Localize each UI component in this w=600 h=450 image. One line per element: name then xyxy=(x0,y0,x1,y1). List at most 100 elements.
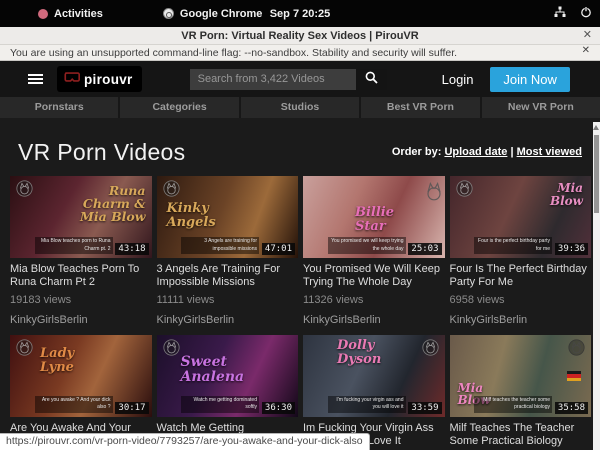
video-thumbnail[interactable]: Sweet Analena Watch me getting dominated… xyxy=(157,335,299,417)
video-thumbnail[interactable]: Dolly Dyson I'm fucking your virgin ass … xyxy=(303,335,445,417)
german-flag-icon xyxy=(567,371,581,381)
video-title[interactable]: Milf Teaches The Teacher Some Practical … xyxy=(450,422,592,448)
nav-item-new-vr[interactable]: New VR Porn xyxy=(482,97,600,118)
video-views: 11326 views xyxy=(303,294,445,306)
activities-button[interactable]: Activities xyxy=(38,8,103,20)
thumbnail-overlay-title: Runa Charm & Mia Blow xyxy=(74,184,146,223)
chrome-warning-bar: You are using an unsupported command-lin… xyxy=(0,45,600,61)
video-card: Mia Blow Four is the perfect birthday pa… xyxy=(450,176,592,326)
logo-text: pirouvr xyxy=(84,72,133,87)
vertical-scrollbar[interactable] xyxy=(593,122,600,450)
thumbnail-caption: Mia Blow teaches porn to Runa Charm pt. … xyxy=(35,237,113,254)
video-thumbnail[interactable]: Runa Charm & Mia Blow Mia Blow teaches p… xyxy=(10,176,152,258)
studio-cat-logo-icon xyxy=(568,339,585,356)
login-link[interactable]: Login xyxy=(442,72,474,87)
warning-message: You are using an unsupported command-lin… xyxy=(10,47,457,59)
studio-cat-logo-icon xyxy=(16,180,33,197)
system-top-bar: Activities Google Chrome Sep 7 20:25 xyxy=(0,0,600,27)
thumbnail-overlay-title: Lady Lyne xyxy=(40,347,92,374)
warning-close-icon[interactable]: ✕ xyxy=(582,45,590,56)
menu-icon[interactable] xyxy=(28,72,43,86)
video-studio-link[interactable]: KinkyGirlsBerlin xyxy=(450,314,592,326)
order-by: Order by: Upload date | Most viewed xyxy=(392,146,582,158)
nav-item-studios[interactable]: Studios xyxy=(241,97,359,118)
order-upload-date-link[interactable]: Upload date xyxy=(444,146,507,158)
vr-goggles-icon xyxy=(63,70,80,88)
search-bar xyxy=(190,69,387,90)
video-duration-badge: 36:30 xyxy=(262,402,295,414)
thumbnail-caption: Four is the perfect birthday party for m… xyxy=(474,237,552,254)
thumbnail-overlay-title: Billie Star xyxy=(355,206,425,233)
thumbnail-overlay-title: Mia Blow xyxy=(525,182,583,207)
thumbnail-caption: You promised we will keep trying the who… xyxy=(328,237,406,254)
page-content: pirouvr Login Join Now Pornstars Categor… xyxy=(0,61,600,450)
video-card: Kinky Angels 3 Angels are training for i… xyxy=(157,176,299,326)
thumbnail-caption: 3 Angels are training for impossible mis… xyxy=(181,237,259,254)
video-duration-badge: 47:01 xyxy=(262,243,295,255)
video-thumbnail[interactable]: Kinky Angels 3 Angels are training for i… xyxy=(157,176,299,258)
video-title[interactable]: Mia Blow Teaches Porn To Runa Charm Pt 2 xyxy=(10,263,152,289)
site-header: pirouvr Login Join Now xyxy=(0,61,600,97)
video-thumbnail[interactable]: Mia Blow Four is the perfect birthday pa… xyxy=(450,176,592,258)
network-icon[interactable] xyxy=(554,6,566,21)
focused-app-menu[interactable]: Google Chrome xyxy=(163,8,263,20)
thumbnail-caption: Watch me getting dominated softly xyxy=(181,396,259,413)
nav-item-best-vr[interactable]: Best VR Porn xyxy=(361,97,479,118)
video-thumbnail[interactable]: Mia Blow Milf teaches the teacher some p… xyxy=(450,335,592,417)
thumbnail-caption: Milf teaches the teacher some practical … xyxy=(474,396,552,413)
video-card: Runa Charm & Mia Blow Mia Blow teaches p… xyxy=(10,176,152,326)
search-icon xyxy=(365,71,378,87)
video-thumbnail[interactable]: Lady Lyne Are you awake ? And your dick … xyxy=(10,335,152,417)
order-separator: | xyxy=(510,146,513,158)
scrollbar-up-arrow-icon[interactable] xyxy=(593,125,599,130)
thumbnail-overlay-title: Dolly Dyson xyxy=(337,339,395,366)
studio-cat-logo-icon xyxy=(422,339,439,356)
app-name-label: Google Chrome xyxy=(180,8,263,20)
video-card: Billie Star You promised we will keep tr… xyxy=(303,176,445,326)
search-input[interactable] xyxy=(190,69,356,90)
activities-label: Activities xyxy=(54,8,103,20)
video-duration-badge: 43:18 xyxy=(115,243,148,255)
video-thumbnail[interactable]: Billie Star You promised we will keep tr… xyxy=(303,176,445,258)
studio-cat-logo-icon xyxy=(163,180,180,197)
video-title[interactable]: 3 Angels Are Training For Impossible Mis… xyxy=(157,263,299,289)
video-grid: Runa Charm & Mia Blow Mia Blow teaches p… xyxy=(10,176,591,450)
recording-indicator-icon xyxy=(38,9,48,19)
window-title-bar: VR Porn: Virtual Reality Sex Videos | Pi… xyxy=(0,27,600,45)
power-icon[interactable] xyxy=(580,6,592,21)
video-duration-badge: 39:36 xyxy=(555,243,588,255)
thumbnail-caption: Are you awake ? And your dick also ? xyxy=(35,396,113,413)
video-studio-link[interactable]: KinkyGirlsBerlin xyxy=(10,314,152,326)
video-duration-badge: 30:17 xyxy=(115,402,148,414)
thumbnail-overlay-title: Sweet Analena xyxy=(181,355,253,384)
order-most-viewed-link[interactable]: Most viewed xyxy=(517,146,582,158)
video-title[interactable]: You Promised We Will Keep Trying The Who… xyxy=(303,263,445,289)
video-views: 11111 views xyxy=(157,294,299,306)
studio-cat-logo-icon xyxy=(456,180,473,197)
main-nav: Pornstars Categories Studios Best VR Por… xyxy=(0,97,600,118)
window-title: VR Porn: Virtual Reality Sex Videos | Pi… xyxy=(181,30,418,42)
studio-cat-logo-icon xyxy=(16,339,33,356)
thumbnail-overlay-title: Mia Blow xyxy=(458,382,518,407)
studio-cat-logo-icon xyxy=(163,339,180,356)
video-title[interactable]: Four Is The Perfect Birthday Party For M… xyxy=(450,263,592,289)
page-title: VR Porn Videos xyxy=(18,139,185,166)
window-close-icon[interactable]: ✕ xyxy=(583,28,592,41)
thumbnail-caption: I'm fucking your virgin ass and you will… xyxy=(328,396,406,413)
order-by-label: Order by: xyxy=(392,146,442,158)
nav-item-categories[interactable]: Categories xyxy=(120,97,238,118)
video-duration-badge: 35:58 xyxy=(555,402,588,414)
video-duration-badge: 33:59 xyxy=(408,402,441,414)
search-button[interactable] xyxy=(356,69,387,90)
join-now-button[interactable]: Join Now xyxy=(490,67,569,92)
video-studio-link[interactable]: KinkyGirlsBerlin xyxy=(303,314,445,326)
video-views: 6958 views xyxy=(450,294,592,306)
thumbnail-overlay-title: Kinky Angels xyxy=(167,202,229,229)
nav-item-pornstars[interactable]: Pornstars xyxy=(0,97,118,118)
chrome-icon xyxy=(163,8,174,19)
site-logo[interactable]: pirouvr xyxy=(57,66,142,92)
studio-cat-logo-icon xyxy=(422,180,439,197)
scrollbar-thumb[interactable] xyxy=(594,135,599,213)
video-studio-link[interactable]: KinkyGirlsBerlin xyxy=(157,314,299,326)
link-status-bar: https://pirouvr.com/vr-porn-video/779325… xyxy=(0,433,370,450)
